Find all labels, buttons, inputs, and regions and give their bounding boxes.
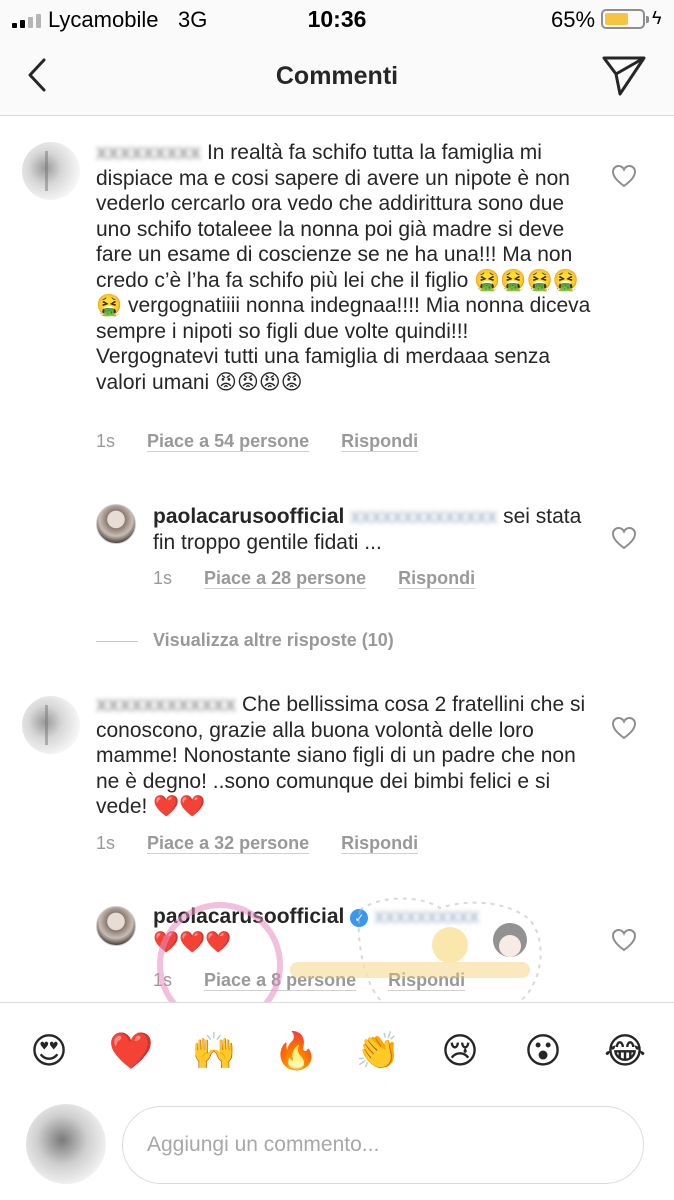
verified-badge-icon: ✓ — [350, 909, 369, 927]
comment-meta: 1s Piace a 8 persone Rispondi — [153, 970, 465, 991]
emoji-surprised-button[interactable]: 😮 — [520, 1029, 566, 1075]
direct-send-button[interactable] — [600, 54, 648, 96]
nav-bar: Commenti — [0, 40, 674, 116]
emoji-raised-hands-button[interactable]: 🙌 — [191, 1029, 237, 1075]
comment-body: In realtà fa schifo tutta la famiglia mi… — [96, 141, 591, 394]
username-redacted[interactable]: xxxxxxxxx — [96, 141, 201, 164]
like-heart-icon[interactable] — [611, 164, 637, 188]
avatar[interactable] — [96, 504, 136, 544]
comment-time: 1s — [153, 568, 173, 588]
emoji-laughing-button[interactable]: 😂 — [602, 1029, 648, 1075]
emoji-crying-button[interactable]: 😢 — [437, 1029, 483, 1075]
view-more-replies-label[interactable]: Visualizza altre risposte (10) — [153, 630, 394, 651]
comment-text: paolacarusoofficial xxxxxxxxxxxxxx sei s… — [153, 504, 583, 555]
battery-percent: 65% — [551, 7, 596, 32]
status-bar: Lycamobile 3G 10:36 65% ϟ — [0, 0, 674, 40]
comment-text: xxxxxxxxxxxx Che bellissima cosa 2 frate… — [96, 692, 596, 820]
username-redacted[interactable]: xxxxxxxxxxxx — [96, 693, 236, 716]
reply-button[interactable]: Rispondi — [341, 833, 418, 854]
comment-body: ❤️❤️❤️ — [153, 930, 232, 954]
reply-button[interactable]: Rispondi — [388, 970, 465, 991]
emoji-fire-button[interactable]: 🔥 — [273, 1029, 319, 1075]
comment-meta: 1s Piace a 32 persone Rispondi — [96, 833, 418, 854]
comment-input[interactable] — [122, 1106, 644, 1184]
avatar — [26, 1104, 106, 1184]
like-heart-icon[interactable] — [611, 526, 637, 550]
comment-item: xxxxxxxxxxxx Che bellissima cosa 2 frate… — [0, 684, 674, 864]
charging-bolt-icon: ϟ — [652, 8, 662, 28]
divider — [96, 641, 138, 642]
mention-redacted[interactable]: xxxxxxxxxx — [368, 905, 479, 928]
mention-redacted[interactable]: xxxxxxxxxxxxxx — [344, 505, 497, 528]
likes-count-link[interactable]: Piace a 32 persone — [147, 833, 309, 854]
emoji-red-heart-button[interactable]: ❤️ — [108, 1029, 154, 1075]
like-heart-icon[interactable] — [611, 928, 637, 952]
comment-meta: 1s Piace a 28 persone Rispondi — [153, 568, 475, 589]
emoji-heart-eyes-button[interactable]: 😍 — [26, 1029, 72, 1075]
emoji-clapping-button[interactable]: 👏 — [355, 1029, 401, 1075]
avatar[interactable] — [96, 906, 136, 946]
direct-send-icon — [602, 56, 646, 96]
like-heart-icon[interactable] — [611, 716, 637, 740]
reply-item: paolacarusoofficial xxxxxxxxxxxxxx sei s… — [0, 498, 674, 598]
emoji-quick-bar: 😍 ❤️ 🙌 🔥 👏 😢 😮 😂 — [0, 1002, 674, 1098]
comment-time: 1s — [96, 431, 116, 451]
likes-count-link[interactable]: Piace a 28 persone — [204, 568, 366, 589]
comment-time: 1s — [153, 970, 173, 990]
reply-item: paolacarusoofficial ✓ xxxxxxxxxx ❤️❤️❤️ 1… — [0, 900, 674, 1000]
avatar[interactable] — [22, 142, 80, 200]
comment-meta: 1s Piace a 54 persone Rispondi — [96, 431, 418, 452]
username[interactable]: paolacarusoofficial — [153, 505, 344, 528]
avatar[interactable] — [22, 696, 80, 754]
comment-text: paolacarusoofficial ✓ xxxxxxxxxx ❤️❤️❤️ — [153, 904, 583, 955]
comment-composer — [0, 1098, 674, 1200]
page-title: Commenti — [275, 62, 399, 90]
comment-text: xxxxxxxxx In realtà fa schifo tutta la f… — [96, 140, 596, 395]
reply-button[interactable]: Rispondi — [398, 568, 475, 589]
username[interactable]: paolacarusoofficial — [153, 905, 344, 928]
likes-count-link[interactable]: Piace a 8 persone — [204, 970, 356, 991]
battery-icon — [601, 9, 649, 29]
comment-item: xxxxxxxxx In realtà fa schifo tutta la f… — [0, 130, 674, 470]
reply-button[interactable]: Rispondi — [341, 431, 418, 452]
comment-time: 1s — [96, 833, 116, 853]
likes-count-link[interactable]: Piace a 54 persone — [147, 431, 309, 452]
